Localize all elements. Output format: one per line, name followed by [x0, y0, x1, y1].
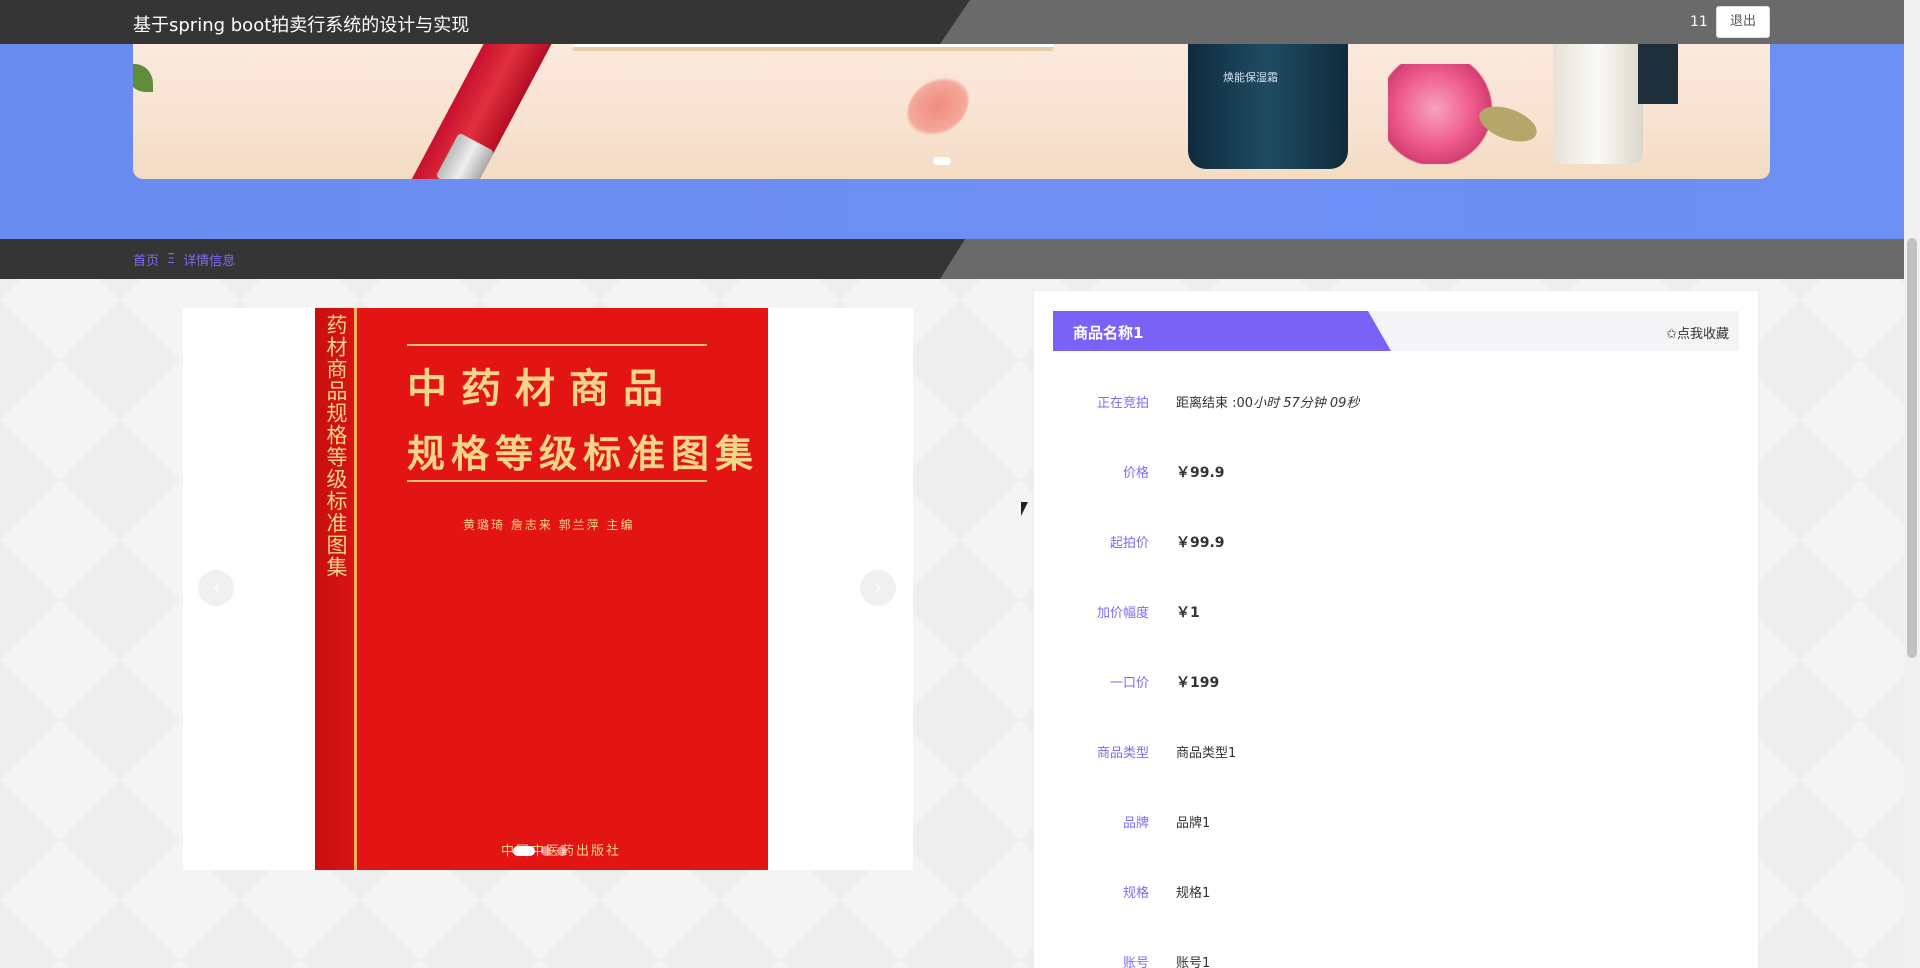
prev-image-button[interactable]: ‹	[198, 570, 234, 606]
detail-value: ￥1	[1176, 605, 1200, 621]
detail-row-buyout: 一口价 ￥199	[1053, 672, 1739, 696]
product-name: 商品名称1	[1073, 324, 1144, 342]
breadcrumb-accent	[940, 239, 1904, 279]
breadcrumb-home-link[interactable]: 首页	[133, 250, 159, 269]
breadcrumb-current: 详情信息	[183, 254, 236, 269]
book-spine-text: 药材商品规格等级标准图集	[324, 314, 348, 578]
banner-carousel[interactable]: 焕能保湿霜	[133, 44, 1770, 179]
next-image-button[interactable]: ›	[860, 570, 896, 606]
detail-row-account: 账号 账号1	[1053, 952, 1739, 968]
detail-row-type: 商品类型 商品类型1	[1053, 742, 1739, 766]
pager-dot[interactable]	[557, 846, 567, 856]
petal-decoration	[893, 65, 983, 148]
book-title-line2: 规格等级标准图集	[407, 431, 760, 476]
book-rule-top	[407, 344, 707, 346]
bottle-image	[1553, 44, 1643, 164]
top-header: 基于spring boot拍卖行系统的设计与实现 11 退出	[0, 0, 1904, 44]
mouse-cursor-icon	[1021, 502, 1028, 516]
leaf-decoration	[133, 64, 153, 92]
page-scrollbar[interactable]	[1904, 0, 1920, 968]
countdown-value: 距离结束 :00小时 57分钟 09秒	[1176, 392, 1359, 411]
image-pager	[513, 846, 567, 856]
pager-dot[interactable]	[541, 846, 551, 856]
product-detail-panel: 商品名称1 ✩点我收藏 正在竞拍 距离结束 :00小时 57分钟 09秒 价格 …	[1033, 290, 1759, 968]
detail-label: 账号	[1122, 956, 1149, 968]
banner-pager-dot[interactable]	[933, 157, 951, 165]
detail-value: 商品类型1	[1176, 746, 1237, 761]
detail-label: 加价幅度	[1096, 606, 1149, 621]
logout-button[interactable]: 退出	[1716, 6, 1770, 38]
book-authors: 黄璐琦 詹志来 郭兰萍 主编	[463, 518, 635, 532]
detail-row-auction: 正在竞拍 距离结束 :00小时 57分钟 09秒	[1053, 392, 1739, 416]
book-rule-bottom	[407, 480, 707, 482]
detail-row-start-price: 起拍价 ￥99.9	[1053, 532, 1739, 556]
username[interactable]: 11	[1690, 14, 1708, 30]
countdown-time: 小时 57分钟 09秒	[1253, 396, 1360, 411]
product-image-carousel[interactable]: 药材商品规格等级标准图集 中药材商品 规格等级标准图集 黄璐琦 詹志来 郭兰萍 …	[183, 308, 913, 870]
product-image: 药材商品规格等级标准图集 中药材商品 规格等级标准图集 黄璐琦 詹志来 郭兰萍 …	[315, 308, 768, 870]
favorite-button[interactable]: ✩点我收藏	[1666, 323, 1729, 342]
detail-value: 品牌1	[1176, 816, 1211, 831]
breadcrumb-bar: 首页 Ξ 详情信息	[0, 239, 1904, 279]
detail-row-price: 价格 ￥99.9	[1053, 462, 1739, 486]
detail-label: 正在竞拍	[1096, 396, 1149, 411]
detail-value: ￥99.9	[1176, 465, 1225, 481]
book-spine: 药材商品规格等级标准图集	[315, 308, 357, 870]
detail-label: 规格	[1122, 886, 1149, 901]
scrollbar-thumb[interactable]	[1907, 238, 1917, 658]
detail-label: 起拍价	[1109, 536, 1149, 551]
detail-row-spec: 规格 规格1	[1053, 882, 1739, 906]
breadcrumb-separator-icon: Ξ	[167, 252, 176, 267]
cream-jar-image	[1188, 44, 1348, 169]
detail-label: 一口价	[1109, 676, 1149, 691]
rose-image	[1388, 64, 1493, 164]
site-title: 基于spring boot拍卖行系统的设计与实现	[133, 15, 470, 36]
detail-value: 账号1	[1176, 956, 1211, 968]
pager-dot-active[interactable]	[513, 846, 535, 856]
bottle-cap-image	[1638, 44, 1678, 104]
detail-value: ￥199	[1176, 675, 1220, 691]
jar-label: 焕能保湿霜	[1223, 71, 1278, 84]
detail-label: 品牌	[1122, 816, 1149, 831]
detail-row-increment: 加价幅度 ￥1	[1053, 602, 1739, 626]
countdown-prefix: 距离结束 :00	[1176, 396, 1254, 411]
book-title-line1: 中药材商品	[407, 365, 677, 412]
detail-label: 商品类型	[1096, 746, 1149, 761]
detail-value: 规格1	[1176, 886, 1211, 901]
detail-label: 价格	[1122, 466, 1149, 481]
detail-row-brand: 品牌 品牌1	[1053, 812, 1739, 836]
detail-value: ￥99.9	[1176, 535, 1225, 551]
product-header: 商品名称1 ✩点我收藏	[1053, 311, 1739, 351]
breadcrumb: 首页 Ξ 详情信息	[133, 250, 235, 269]
frame-decoration	[573, 44, 1053, 51]
